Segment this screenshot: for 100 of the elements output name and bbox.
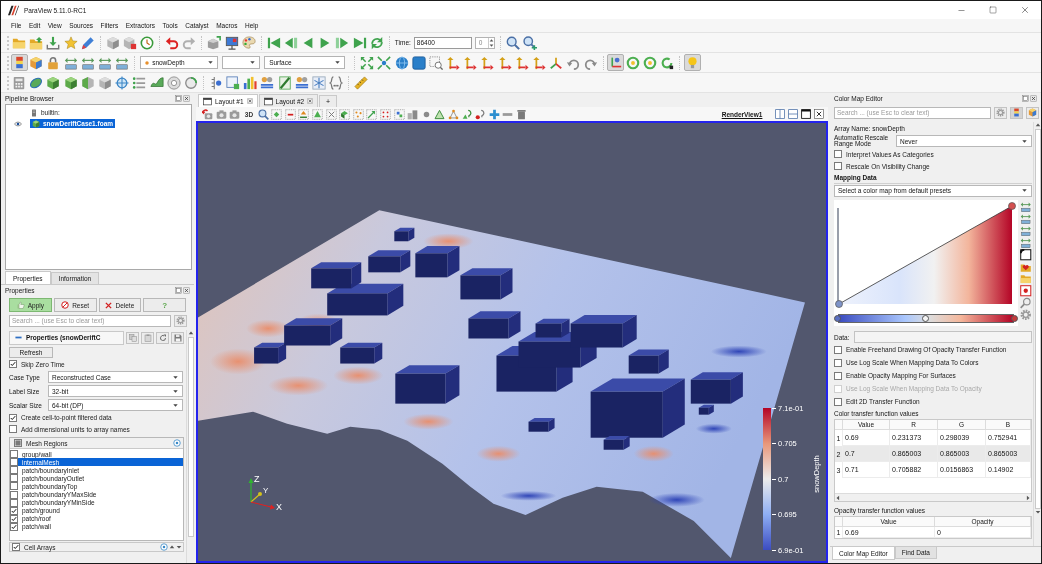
checkbox[interactable]: [834, 397, 842, 406]
disc-icon[interactable]: [29, 75, 44, 90]
control-point-handle[interactable]: [1011, 315, 1018, 322]
pencil-icon[interactable]: [80, 35, 95, 50]
paste-button[interactable]: [141, 331, 154, 344]
collapse-arrows-icon[interactable]: [377, 55, 392, 70]
checkbox[interactable]: [10, 482, 18, 491]
lightbulb-button[interactable]: [683, 54, 701, 71]
checkbox[interactable]: [9, 360, 17, 368]
checkbox[interactable]: [834, 371, 842, 380]
axis-arrows-icon[interactable]: [497, 55, 512, 70]
dotted-box-icon[interactable]: [284, 108, 296, 120]
range-arrows-icon[interactable]: [115, 55, 130, 70]
down-arrow-icon[interactable]: [176, 544, 182, 550]
checkbox[interactable]: [834, 150, 842, 158]
eye-icon[interactable]: [14, 119, 22, 128]
skip-forward-icon[interactable]: [352, 35, 367, 50]
frame-icon[interactable]: [1020, 249, 1032, 261]
expand-arrows-icon[interactable]: [360, 55, 375, 70]
camera-icon[interactable]: [202, 108, 213, 120]
zoom-box-icon[interactable]: [428, 55, 443, 70]
lock-icon[interactable]: [46, 55, 61, 70]
chart-icon[interactable]: [294, 75, 309, 90]
axis-arrows-icon[interactable]: [463, 55, 478, 70]
trash-icon[interactable]: [515, 108, 527, 120]
checkbox[interactable]: [10, 514, 18, 523]
monitor-icon[interactable]: [224, 35, 239, 50]
magnifier-icon[interactable]: [523, 35, 537, 50]
circle-icon[interactable]: [160, 543, 168, 551]
axes-button[interactable]: [607, 54, 625, 71]
horizontal-scrollbar[interactable]: [835, 493, 1031, 501]
chart-icon[interactable]: [260, 75, 275, 90]
triangle-icon[interactable]: [448, 108, 459, 120]
undo-icon[interactable]: [165, 35, 180, 50]
dotted-box-icon[interactable]: [339, 108, 351, 120]
cube-icon[interactable]: [207, 35, 222, 50]
axis-arrows-icon[interactable]: [514, 55, 529, 70]
range-arrows-icon[interactable]: [1020, 225, 1032, 237]
settings-button[interactable]: [994, 106, 1007, 119]
range-arrows-icon[interactable]: [63, 55, 78, 70]
range-arrows-icon[interactable]: [80, 55, 95, 70]
dotted-box-icon[interactable]: [312, 108, 324, 120]
cube-icon[interactable]: [46, 75, 61, 90]
reload-button[interactable]: [156, 331, 169, 344]
control-point-handle[interactable]: [1008, 202, 1016, 210]
float-icon[interactable]: [175, 287, 182, 294]
checkbox[interactable]: [12, 543, 20, 551]
checkbox[interactable]: [834, 358, 842, 367]
plot-box-icon[interactable]: [226, 75, 241, 90]
cycle-icon[interactable]: [183, 75, 198, 90]
control-point-handle[interactable]: [922, 315, 929, 322]
skip-back-icon[interactable]: [266, 35, 281, 50]
dotted-box-icon[interactable]: [352, 108, 364, 120]
axis-arrows-icon[interactable]: [480, 55, 495, 70]
palette-icon[interactable]: [241, 35, 256, 50]
bar-chart-icon[interactable]: [243, 75, 258, 90]
dotted-box-icon[interactable]: [380, 108, 392, 120]
tripod-icon[interactable]: [549, 55, 564, 70]
step-forward-icon[interactable]: [335, 35, 350, 50]
camera-icon[interactable]: [229, 108, 241, 120]
checkbox[interactable]: [14, 439, 22, 447]
magnifier-icon[interactable]: [505, 35, 520, 50]
stack-icon[interactable]: [132, 75, 147, 90]
color-bar-button[interactable]: [10, 54, 28, 71]
range-arrows-icon[interactable]: [97, 55, 112, 70]
checkbox[interactable]: [10, 450, 18, 459]
dotted-box-icon[interactable]: [393, 108, 405, 120]
dotted-box-icon[interactable]: [298, 108, 310, 120]
component-dropdown[interactable]: [222, 56, 261, 69]
circle-icon[interactable]: [173, 439, 181, 447]
snowflake-icon[interactable]: [312, 75, 326, 90]
dotted-box-icon[interactable]: [325, 108, 337, 120]
step-back-icon[interactable]: [283, 35, 298, 50]
hook-icon[interactable]: [461, 108, 473, 120]
target-box-icon[interactable]: [1020, 285, 1032, 297]
clock-icon[interactable]: [140, 35, 155, 50]
split-horizontal-icon[interactable]: [775, 109, 785, 119]
maximize-icon[interactable]: [801, 109, 811, 119]
ring-icon[interactable]: [166, 75, 181, 90]
braces-icon[interactable]: [329, 75, 344, 90]
vertical-scrollbar[interactable]: [1033, 122, 1041, 546]
dotted-box-icon[interactable]: [366, 108, 378, 120]
target-icon[interactable]: [625, 55, 640, 70]
blocks-icon[interactable]: [407, 108, 419, 120]
triangle-icon[interactable]: [434, 108, 446, 120]
refresh-icon[interactable]: [660, 55, 675, 70]
checkbox[interactable]: [9, 413, 17, 422]
download-icon[interactable]: [46, 35, 61, 50]
ruler-icon[interactable]: [354, 75, 369, 90]
wave-icon[interactable]: [149, 75, 164, 90]
data-field[interactable]: [853, 331, 1032, 343]
crosshair-icon[interactable]: [115, 75, 130, 90]
range-arrows-icon[interactable]: [1020, 213, 1032, 225]
cube-icon[interactable]: [63, 75, 78, 90]
checkbox[interactable]: [10, 490, 18, 499]
checkbox[interactable]: [10, 466, 18, 475]
checkbox[interactable]: [10, 498, 18, 507]
globe-icon[interactable]: [394, 55, 409, 70]
diagonal-icon[interactable]: [277, 75, 292, 90]
dotted-box-icon[interactable]: [271, 108, 283, 120]
